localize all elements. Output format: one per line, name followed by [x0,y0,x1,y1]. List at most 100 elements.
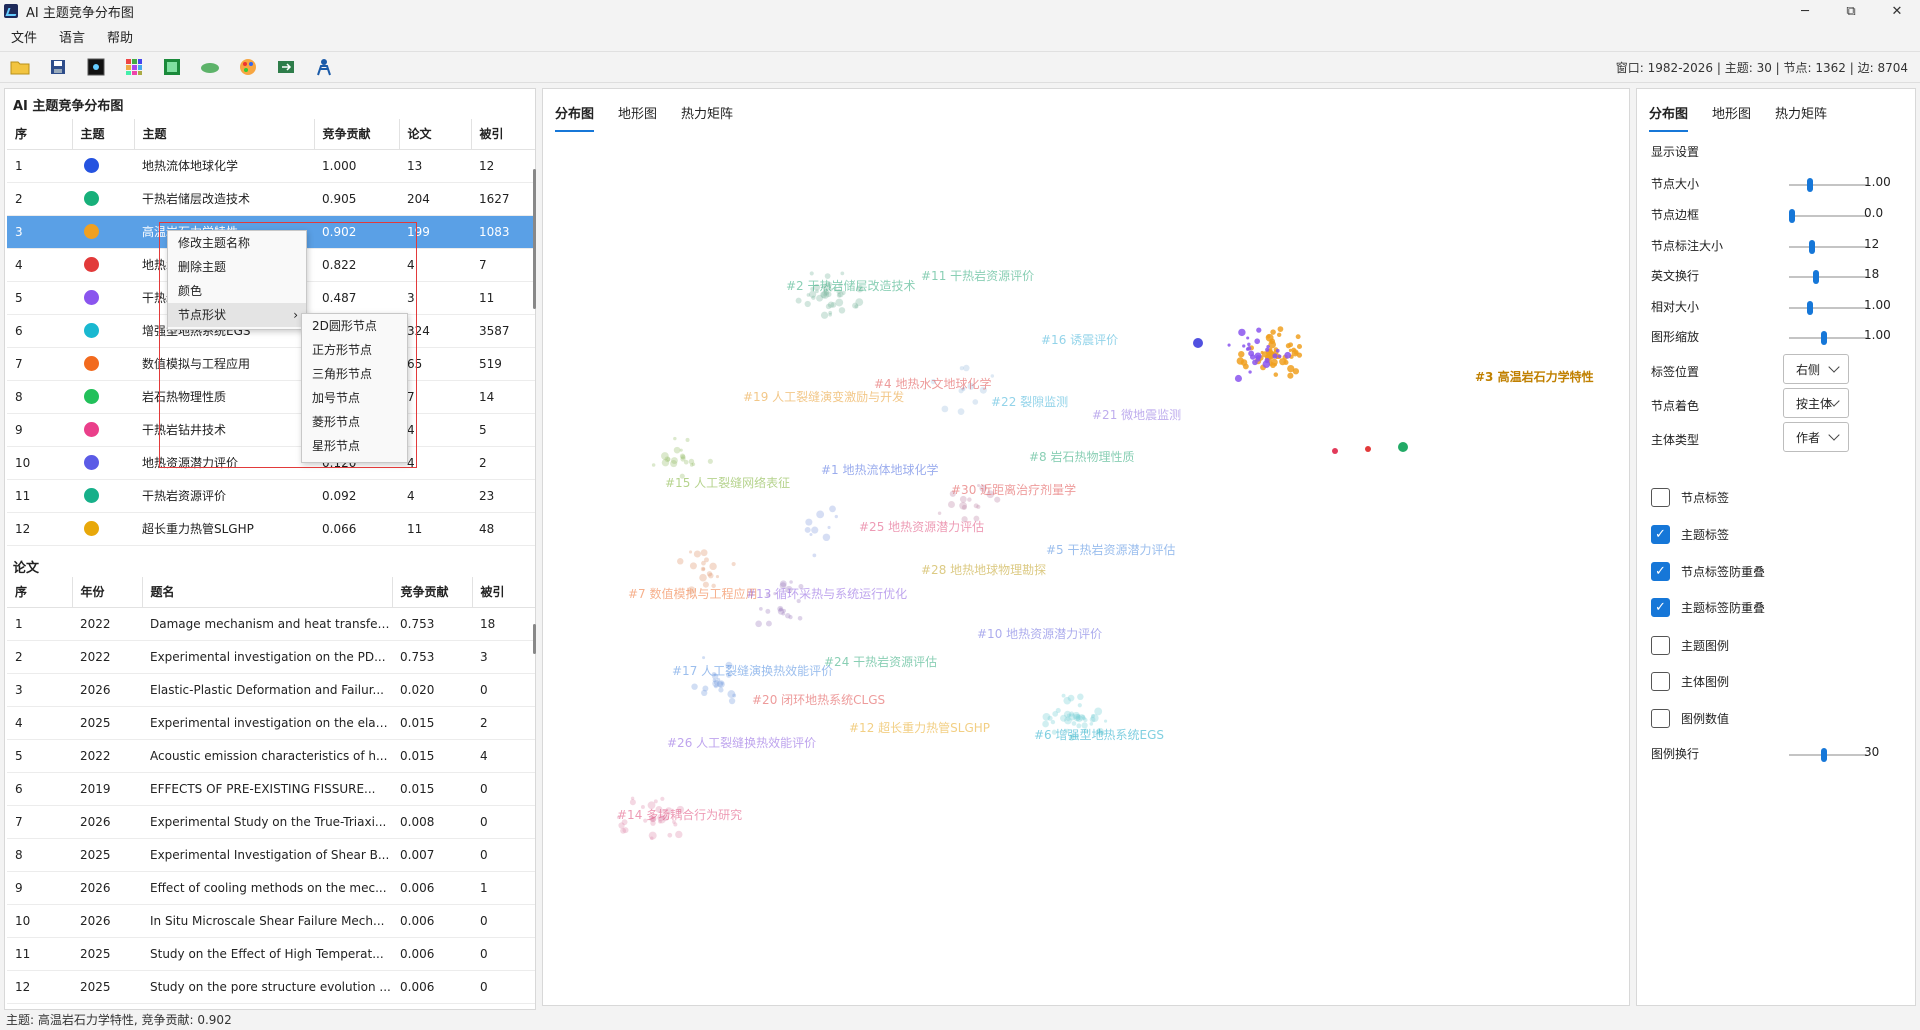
table-row[interactable]: 9 干热岩钻井技术 0.180 4 5 [7,413,535,447]
map-node[interactable] [795,297,802,304]
map-node[interactable] [680,456,686,462]
col-title[interactable]: 题名 [142,577,393,608]
topic-label[interactable]: #11 干热岩资源评价 [921,267,1034,284]
person-icon[interactable] [312,55,336,79]
map-node[interactable] [1265,333,1274,342]
map-node[interactable] [1050,719,1056,725]
slider-thumb[interactable] [1789,209,1795,223]
map-node[interactable] [827,301,835,308]
table-row[interactable]: 9 2026 Effect of cooling methods on the … [7,871,535,905]
col-index[interactable]: 序 [7,119,73,150]
map-node[interactable] [1104,719,1108,723]
submenu-plus[interactable]: 加号节点 [302,386,407,410]
menu-node-shape[interactable]: 节点形状 › [168,303,306,327]
map-node[interactable] [1287,372,1294,379]
map-node[interactable] [820,311,829,319]
map-node[interactable] [1270,329,1276,335]
palette-icon[interactable] [236,55,260,79]
map-node[interactable] [976,504,981,509]
checkbox[interactable] [1651,636,1670,655]
topic-label[interactable]: #3 高温岩石力学特性 [1475,368,1594,385]
map-node[interactable] [1288,342,1294,348]
slider-thumb[interactable] [1809,240,1816,254]
table-row[interactable]: 5 2022 Acoustic emission characteristics… [7,739,535,773]
map-node[interactable] [840,271,845,276]
slider-thumb[interactable] [1807,301,1813,315]
green-square-icon[interactable] [160,55,184,79]
setting-slider[interactable] [1789,301,1867,315]
tab-terrain[interactable]: 地形图 [1712,89,1751,132]
menu-help[interactable]: 帮助 [96,27,144,46]
map-node[interactable] [709,562,717,571]
table-row[interactable]: 8 2025 Experimental Investigation of She… [7,838,535,872]
table-row[interactable]: 2 干热岩储层改造技术 0.905 204 1627 [7,182,535,216]
map-node[interactable] [1273,372,1279,377]
table-row[interactable]: 11 干热岩资源评价 0.092 4 23 [7,479,535,513]
table-row[interactable]: 10 2026 In Situ Microscale Shear Failure… [7,904,535,938]
slider-thumb[interactable] [1812,270,1819,284]
map-node[interactable] [689,562,697,570]
table-row[interactable]: 2 2022 Experimental investigation on the… [7,640,535,674]
table-row[interactable]: 11 2025 Study on the Effect of High Temp… [7,937,535,971]
map-node[interactable] [854,304,859,309]
map-node[interactable] [699,573,707,582]
map-node[interactable] [765,608,771,614]
map-node[interactable] [829,505,836,513]
map-node[interactable] [1234,374,1242,382]
table-row[interactable]: 3 2026 Elastic-Plastic Deformation and F… [7,673,535,707]
map-node[interactable] [629,799,636,806]
topic-label[interactable]: #17 人工裂缝演换热效能评价 [672,662,833,679]
map-node[interactable] [812,553,817,558]
submenu-triangle[interactable]: 三角形节点 [302,362,407,386]
map-node[interactable] [673,446,681,454]
map-node[interactable] [1287,364,1295,373]
table-row[interactable]: 1 2022 Damage mechanism and heat transfe… [7,607,535,641]
col-papers[interactable]: 论文 [399,119,472,150]
map-node[interactable] [811,295,816,300]
map-node[interactable] [660,796,665,801]
checkbox-row[interactable]: ✓ 主题标签防重叠 [1651,598,1765,617]
map-node[interactable] [1296,343,1303,350]
map-node[interactable] [691,683,698,690]
map-node[interactable] [673,436,677,441]
map-node[interactable] [1398,442,1408,452]
table-row[interactable]: 7 2026 Experimental Study on the True-Tr… [7,805,535,839]
map-node[interactable] [701,560,706,566]
col-year[interactable]: 年份 [72,577,143,608]
checkbox-row[interactable]: 节点标签 [1651,488,1729,507]
table-row[interactable]: 4 2025 Experimental investigation on the… [7,706,535,740]
map-node[interactable] [755,620,762,628]
map-node[interactable] [1077,693,1084,701]
map-node[interactable] [670,457,678,464]
menu-color[interactable]: 颜色 [168,279,306,303]
map-node[interactable] [827,525,831,530]
map-node[interactable] [967,497,972,502]
map-node[interactable] [715,575,720,579]
topic-label[interactable]: #8 岩石热物理性质 [1029,448,1135,465]
col-cites[interactable]: 被引 [471,119,535,150]
map-node[interactable] [1255,357,1261,362]
map-node[interactable] [1246,346,1252,351]
map-node[interactable] [1256,327,1262,333]
menu-language[interactable]: 语言 [48,27,96,46]
map-node[interactable] [1254,338,1261,345]
cloud-icon[interactable] [198,55,222,79]
tab-terrain[interactable]: 地形图 [618,89,657,132]
map-node[interactable] [618,822,625,829]
setting-slider[interactable] [1789,270,1867,284]
checkbox-checked[interactable]: ✓ [1651,598,1670,617]
map-node[interactable] [1277,354,1282,359]
map-node[interactable] [1284,351,1292,359]
setting-slider[interactable] [1789,331,1867,345]
map-node[interactable] [963,364,970,372]
topic-label[interactable]: #7 数值模拟与工程应用 [628,585,758,602]
map-node[interactable] [1365,446,1371,452]
topic-label[interactable]: #22 裂隙监测 [991,393,1068,410]
map-node[interactable] [809,271,814,276]
map-node[interactable] [651,463,656,467]
map-node[interactable] [679,448,683,452]
checkbox[interactable] [1651,709,1670,728]
topic-label[interactable]: #28 地热地球物理勘探 [921,561,1046,578]
topic-label[interactable]: #16 诱震评价 [1041,331,1118,348]
menu-file[interactable]: 文件 [0,27,48,46]
